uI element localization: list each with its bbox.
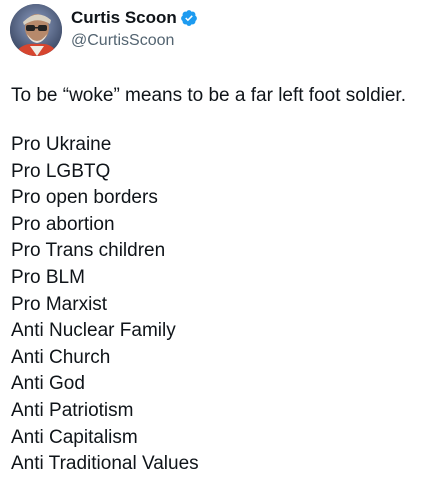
list-item: Pro Trans children — [11, 240, 166, 262]
name-row: Curtis Scoon — [71, 7, 198, 28]
list-item: Pro LGBTQ — [11, 160, 111, 182]
author-display-name[interactable]: Curtis Scoon — [71, 7, 177, 28]
post-lead-text: To be “woke” means to be a far left foot… — [11, 85, 406, 106]
list-item: Pro open borders — [11, 187, 158, 209]
list-item: Anti Traditional Values — [11, 453, 199, 475]
post: Curtis Scoon @CurtisScoon To be “woke” m… — [0, 0, 440, 500]
list-item: Pro Ukraine — [11, 134, 112, 155]
profile-avatar[interactable] — [10, 4, 62, 56]
list-item: Pro abortion — [11, 213, 115, 235]
verified-badge-icon[interactable] — [180, 9, 198, 27]
post-body: To be “woke” means to be a far left foot… — [11, 82, 436, 478]
list-item: Pro Marxist — [11, 293, 108, 315]
list-item: Anti Church — [11, 346, 111, 368]
post-header: Curtis Scoon @CurtisScoon — [10, 0, 198, 60]
author-names: Curtis Scoon @CurtisScoon — [71, 7, 198, 51]
post-list: Pro Ukraine Pro LGBTQ Pro open borders P… — [11, 132, 436, 478]
author-handle[interactable]: @CurtisScoon — [71, 30, 198, 51]
list-item: Anti God — [11, 373, 85, 395]
list-item: Anti Patriotism — [11, 399, 134, 421]
list-item: Anti Nuclear Family — [11, 320, 176, 342]
list-item: Anti Capitalism — [11, 426, 138, 448]
list-item: Pro BLM — [11, 266, 85, 288]
avatar-illustration — [10, 4, 62, 56]
